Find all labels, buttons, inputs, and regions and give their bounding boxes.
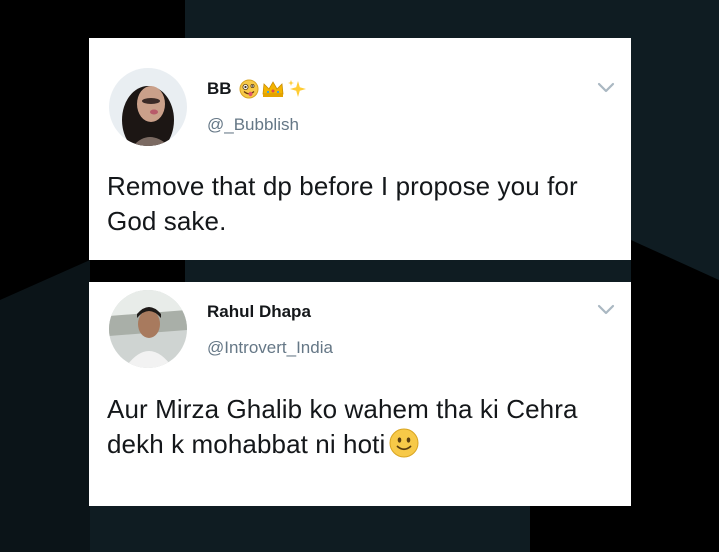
avatar[interactable] bbox=[109, 68, 187, 146]
crazy-face-icon bbox=[239, 79, 259, 99]
author-row: BB bbox=[207, 79, 307, 99]
chevron-down-icon[interactable] bbox=[597, 82, 615, 94]
sparkles-icon bbox=[287, 80, 306, 97]
name-emojis bbox=[239, 79, 307, 99]
author-row: Rahul Dhapa bbox=[207, 302, 311, 322]
handle[interactable]: @_Bubblish bbox=[207, 115, 299, 135]
handle[interactable]: @Introvert_India bbox=[207, 338, 333, 358]
tweet-card[interactable]: Rahul Dhapa @Introvert_India Aur Mirza G… bbox=[89, 282, 631, 506]
display-name[interactable]: Rahul Dhapa bbox=[207, 302, 311, 322]
display-name[interactable]: BB bbox=[207, 79, 232, 99]
tweet-text-container: Aur Mirza Ghalib ko wahem tha ki Cehra d… bbox=[107, 392, 611, 462]
tweet-text: Remove that dp before I propose you for … bbox=[107, 171, 578, 236]
slightly-smiling-face-icon bbox=[389, 428, 419, 458]
crown-icon bbox=[262, 81, 284, 97]
tweet-card[interactable]: BB @_Bubblish Remove that dp before I pr… bbox=[89, 38, 631, 260]
tweet-text: Aur Mirza Ghalib ko wahem tha ki Cehra d… bbox=[107, 394, 578, 459]
avatar[interactable] bbox=[109, 290, 187, 368]
chevron-down-icon[interactable] bbox=[597, 304, 615, 316]
